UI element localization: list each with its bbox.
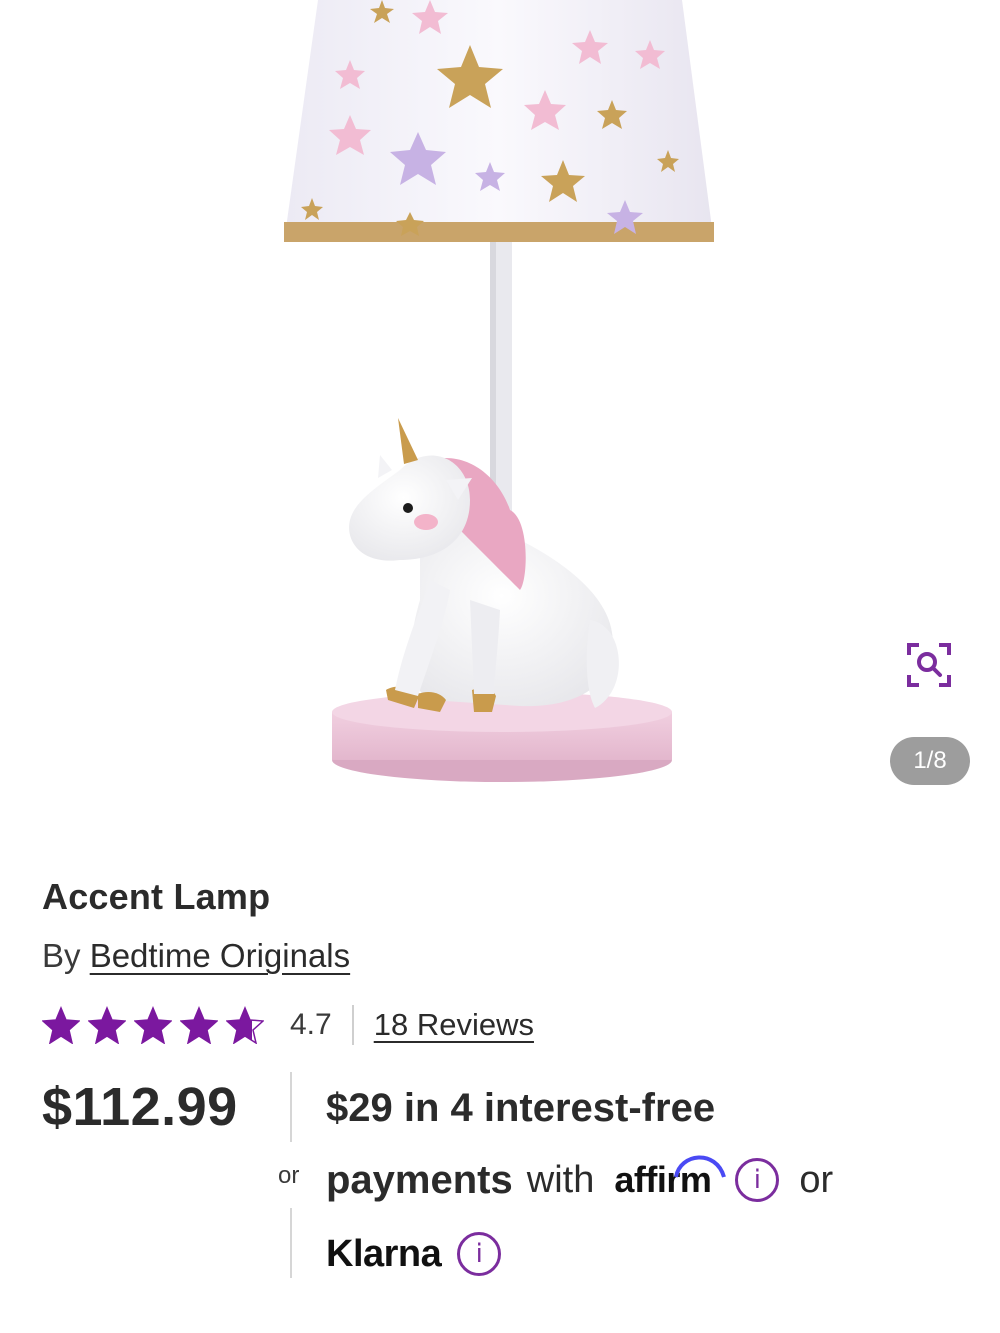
affirm-arc-icon [674, 1155, 727, 1178]
affirm-logo: affirm [614, 1155, 727, 1201]
installment-text: $29 in 4 interest-free [326, 1086, 716, 1130]
or-word: or [799, 1158, 834, 1201]
price-divider-top [290, 1072, 292, 1142]
product-image[interactable] [0, 0, 1000, 820]
klarna-logo: Klarna [326, 1232, 442, 1275]
payments-word: payments [326, 1157, 513, 1202]
klarna-line: Klarna i [326, 1226, 502, 1282]
installment-line-2: payments with affirm i or [326, 1152, 833, 1208]
rating-row: 4.7 18 Reviews [42, 1002, 534, 1048]
star-icon [88, 1006, 126, 1044]
rating-divider [351, 1005, 354, 1045]
or-label: or [278, 1162, 300, 1189]
affirm-info-icon[interactable]: i [735, 1158, 780, 1202]
product-price: $112.99 [42, 1077, 238, 1137]
reviews-link[interactable]: 18 Reviews [374, 1007, 534, 1043]
price-divider-bottom [290, 1208, 292, 1278]
brand-link[interactable]: Bedtime Originals [90, 937, 350, 974]
star-rating [42, 1006, 264, 1044]
with-word: with [526, 1158, 595, 1201]
brand-byline: By Bedtime Originals [42, 937, 350, 975]
zoom-button[interactable] [900, 636, 958, 694]
star-icon [180, 1006, 218, 1044]
star-icon [134, 1006, 172, 1044]
image-counter: 1/8 [890, 737, 970, 785]
zoom-search-icon [907, 643, 951, 687]
by-prefix: By [42, 937, 81, 974]
klarna-info-icon[interactable]: i [457, 1232, 502, 1276]
star-icon [226, 1006, 264, 1044]
star-icon [42, 1006, 80, 1044]
rating-value: 4.7 [290, 1008, 332, 1041]
product-image-gallery[interactable]: 1/8 [0, 0, 1000, 820]
product-title: Accent Lamp [42, 876, 271, 917]
